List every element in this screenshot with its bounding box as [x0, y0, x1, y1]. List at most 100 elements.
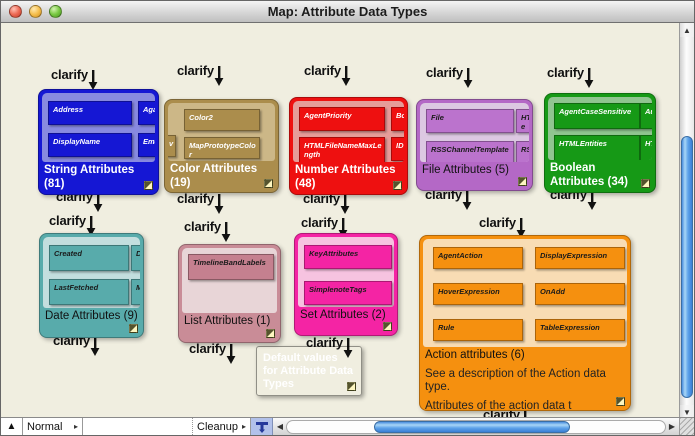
note-badge-icon	[347, 382, 356, 391]
note-default-values[interactable]: Default values for Attribute Data Types	[256, 346, 362, 396]
link-label-text: clarify	[301, 215, 338, 230]
note-item[interactable]: SimplenoteTags	[304, 281, 392, 305]
resize-grip[interactable]	[679, 418, 694, 435]
link-label-clarify[interactable]: clarify	[304, 63, 351, 86]
link-label-clarify[interactable]: clarify	[189, 341, 236, 364]
down-arrow-icon	[226, 344, 236, 364]
horizontal-scrollbar[interactable]: ◀ ▶	[273, 418, 679, 435]
note-item[interactable]: KeyAttributes	[304, 245, 392, 269]
note-item[interactable]: DisplayName	[48, 133, 132, 157]
scroll-left-arrow-icon[interactable]: ◀	[274, 422, 286, 431]
popup-arrow-icon: ▸	[74, 422, 78, 431]
container-viewport: AgentPriority Bon HTMLFileNameMaxLengthID	[293, 101, 404, 162]
note-item[interactable]: Aga	[138, 101, 155, 125]
container-viewport: FileHTM eRSSChannelTemplateRSS	[420, 103, 529, 162]
scroll-right-arrow-icon[interactable]: ▶	[666, 422, 678, 431]
cleanup-popup[interactable]: Cleanup ▸	[193, 418, 251, 435]
note-item[interactable]: HTMLFileNameMaxLength	[299, 137, 385, 162]
container-title: Number Attributes (48)	[295, 164, 402, 191]
note-item[interactable]: AgentAction	[433, 247, 523, 269]
vertical-scroll-thumb[interactable]	[681, 136, 693, 397]
vertical-scrollbar[interactable]: ▲ ▼	[679, 23, 694, 419]
note-item[interactable]: HoverExpression	[433, 283, 523, 305]
note-item[interactable]: HTM e	[516, 109, 529, 133]
parent-view-button[interactable]: ▲	[1, 418, 23, 435]
down-arrow-icon	[462, 190, 472, 210]
link-label-clarify[interactable]: clarify	[547, 65, 594, 88]
link-label-text: clarify	[184, 219, 221, 234]
link-label-clarify[interactable]: clarify	[177, 63, 224, 86]
note-item[interactable]: v	[168, 135, 176, 157]
close-button[interactable]	[9, 5, 22, 18]
link-label-text: clarify	[479, 215, 516, 230]
note-item[interactable]: AgentCaseSensitive	[554, 103, 640, 129]
note-text: Default values for Attribute Data Types	[263, 352, 353, 390]
status-bar: ▲ Normal ▸ Cleanup ▸ ◀ ▶	[1, 417, 694, 435]
container-set-attributes[interactable]: KeyAttributesSimplenoteTagsSet Attribute…	[294, 233, 398, 336]
down-arrow-icon	[214, 66, 224, 86]
note-item[interactable]: Ema	[138, 133, 155, 157]
note-badge-icon	[393, 181, 402, 190]
note-item[interactable]: Du	[131, 245, 140, 271]
note-item[interactable]: AgentPriority	[299, 107, 385, 131]
note-item[interactable]: RSSChannelTemplate	[426, 141, 514, 162]
note-item[interactable]: TimelineBandLabels	[188, 254, 274, 280]
link-label-text: clarify	[177, 191, 214, 206]
note-item[interactable]: Color2	[184, 109, 260, 131]
note-item[interactable]: Mo	[131, 279, 140, 305]
note-item[interactable]: Rule	[433, 319, 523, 341]
container-action-attributes[interactable]: AgentAction DisplayExpression HoverExpress…	[419, 235, 631, 411]
note-item[interactable]: LastFetched	[49, 279, 129, 305]
note-item[interactable]: RSS	[516, 141, 529, 162]
link-label-clarify[interactable]: clarify	[51, 67, 98, 90]
note-badge-icon	[266, 329, 275, 338]
map-view-toggle-button[interactable]	[251, 418, 273, 435]
note-badge-icon	[129, 324, 138, 333]
title-bar[interactable]: Map: Attribute Data Types	[1, 1, 694, 23]
link-label-text: clarify	[189, 341, 226, 356]
container-title-area: Boolean Attributes (34)	[545, 160, 655, 193]
container-list-attributes[interactable]: TimelineBandLabelsList Attributes (1)	[178, 244, 281, 343]
container-title-area: File Attributes (5)	[417, 162, 532, 191]
down-arrow-icon	[587, 190, 597, 210]
down-arrow-icon	[214, 194, 224, 214]
note-item[interactable]: Bon	[391, 107, 404, 131]
container-title-area: Number Attributes (48)	[290, 162, 407, 195]
note-badge-icon	[264, 179, 273, 188]
zoom-button[interactable]	[49, 5, 62, 18]
container-title: String Attributes (81)	[44, 164, 153, 191]
scroll-up-arrow-icon[interactable]: ▲	[680, 23, 694, 37]
link-label-clarify[interactable]: clarify	[184, 219, 231, 242]
note-item[interactable]: HTMLEntities	[554, 135, 640, 160]
container-viewport: Address Aga DisplayName Ema	[42, 93, 155, 162]
note-item[interactable]: MapPrototypeColor	[184, 137, 260, 159]
note-item[interactable]: File	[426, 109, 514, 133]
link-label-text: clarify	[304, 63, 341, 78]
minimize-button[interactable]	[29, 5, 42, 18]
horizontal-scroll-thumb[interactable]	[374, 421, 571, 433]
note-item[interactable]: HTM	[640, 135, 652, 160]
note-badge-icon	[616, 397, 625, 406]
horizontal-scroll-track[interactable]	[286, 420, 666, 434]
vertical-scroll-track[interactable]	[680, 37, 694, 405]
container-title: Boolean Attributes (34)	[550, 162, 650, 189]
link-label-text: clarify	[426, 65, 463, 80]
link-label-clarify[interactable]: clarify	[177, 191, 224, 214]
view-mode-popup[interactable]: Normal ▸	[23, 418, 83, 435]
down-arrow-icon	[221, 222, 231, 242]
container-color-attributes[interactable]: Color2vMapPrototypeColorColor Attributes…	[164, 99, 279, 193]
link-label-clarify[interactable]: clarify	[426, 65, 473, 88]
container-boolean-attributes[interactable]: AgentCaseSensitiveAutHTMLEntitiesHTM Bool…	[544, 93, 656, 193]
down-arrow-icon	[90, 336, 100, 356]
note-item[interactable]: TableExpression	[535, 319, 625, 341]
note-item[interactable]: Aut	[640, 103, 652, 129]
container-date-attributes[interactable]: CreatedDuLastFetchedMoDate Attributes (9…	[39, 233, 144, 338]
note-item[interactable]: Created	[49, 245, 129, 271]
container-file-attributes[interactable]: FileHTM eRSSChannelTemplateRSSFile Attri…	[416, 99, 533, 191]
note-item[interactable]: Address	[48, 101, 132, 125]
note-item[interactable]: ID	[391, 137, 404, 161]
note-item[interactable]: OnAdd	[535, 283, 625, 305]
note-item[interactable]: DisplayExpression	[535, 247, 625, 269]
container-string-attributes[interactable]: Address Aga DisplayName Ema String Attribute…	[38, 89, 159, 195]
container-number-attributes[interactable]: AgentPriority Bon HTMLFileNameMaxLengthID N…	[289, 97, 408, 195]
